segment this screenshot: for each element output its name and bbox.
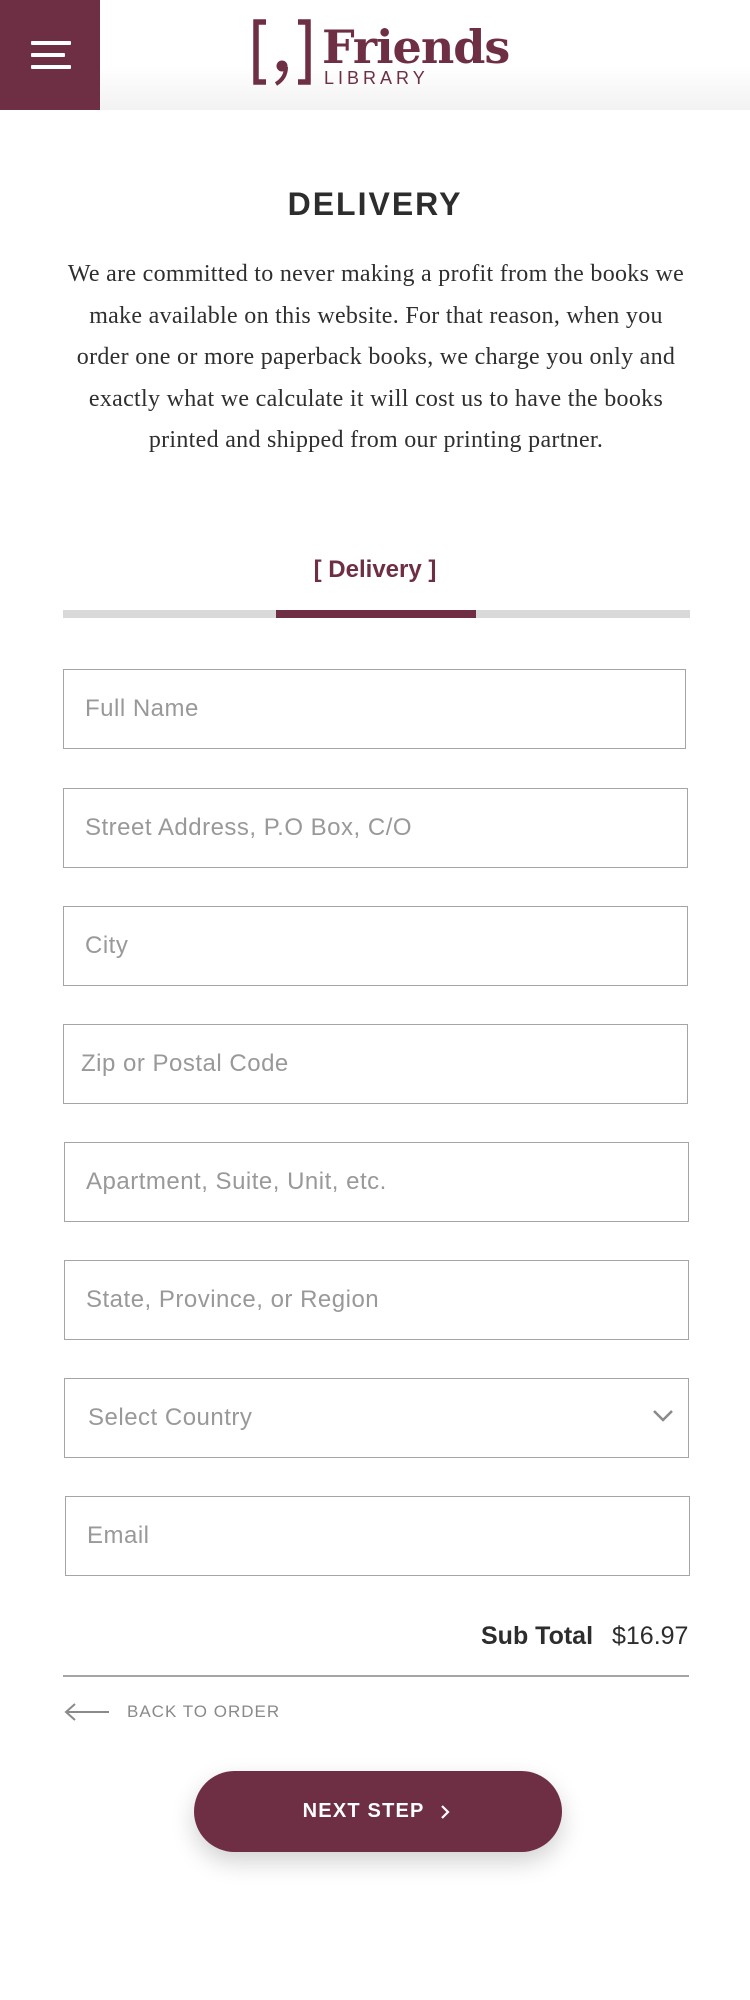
bracket-comma-logo-icon — [253, 19, 311, 86]
site-logo[interactable]: Friends LIBRARY — [252, 18, 512, 90]
next-step-label: NEXT STEP — [302, 1800, 425, 1823]
zip-code-input[interactable] — [64, 1025, 687, 1103]
step-progress-active — [276, 610, 476, 618]
chevron-down-icon — [653, 1410, 673, 1422]
menu-button[interactable] — [0, 0, 100, 110]
full-name-input[interactable] — [64, 670, 685, 748]
city-field[interactable] — [63, 906, 688, 986]
city-input[interactable] — [64, 907, 687, 985]
apartment-field[interactable] — [64, 1142, 689, 1222]
logo-subtitle: LIBRARY — [324, 68, 429, 88]
step-label: [ Delivery ] — [313, 556, 437, 583]
site-header: Friends LIBRARY — [0, 0, 750, 110]
country-select-value: Select Country — [88, 1404, 253, 1431]
back-to-order-label: BACK TO ORDER — [127, 1702, 281, 1721]
back-to-order-link[interactable]: BACK TO ORDER — [63, 1698, 283, 1728]
summary-divider — [63, 1675, 689, 1677]
country-select[interactable]: Select Country — [64, 1378, 689, 1458]
page-title: DELIVERY — [287, 186, 463, 222]
subtotal-value: $16.97 — [612, 1622, 689, 1650]
logo-title: Friends — [322, 20, 510, 74]
intro-text: We are committed to never making a profi… — [67, 261, 685, 453]
email-field[interactable] — [65, 1496, 690, 1576]
subtotal-label: Sub Total — [481, 1622, 594, 1650]
street-address-field[interactable] — [63, 788, 688, 868]
step-progress-bar — [63, 610, 690, 618]
chevron-right-icon — [441, 1804, 450, 1819]
arrow-left-icon — [64, 1703, 109, 1721]
apartment-input[interactable] — [65, 1143, 688, 1221]
next-step-button[interactable]: NEXT STEP — [194, 1771, 562, 1852]
email-input[interactable] — [66, 1497, 689, 1575]
zip-code-field[interactable] — [63, 1024, 688, 1104]
full-name-field[interactable] — [63, 669, 686, 749]
state-province-field[interactable] — [64, 1260, 689, 1340]
street-address-input[interactable] — [64, 789, 687, 867]
state-province-input[interactable] — [65, 1261, 688, 1339]
